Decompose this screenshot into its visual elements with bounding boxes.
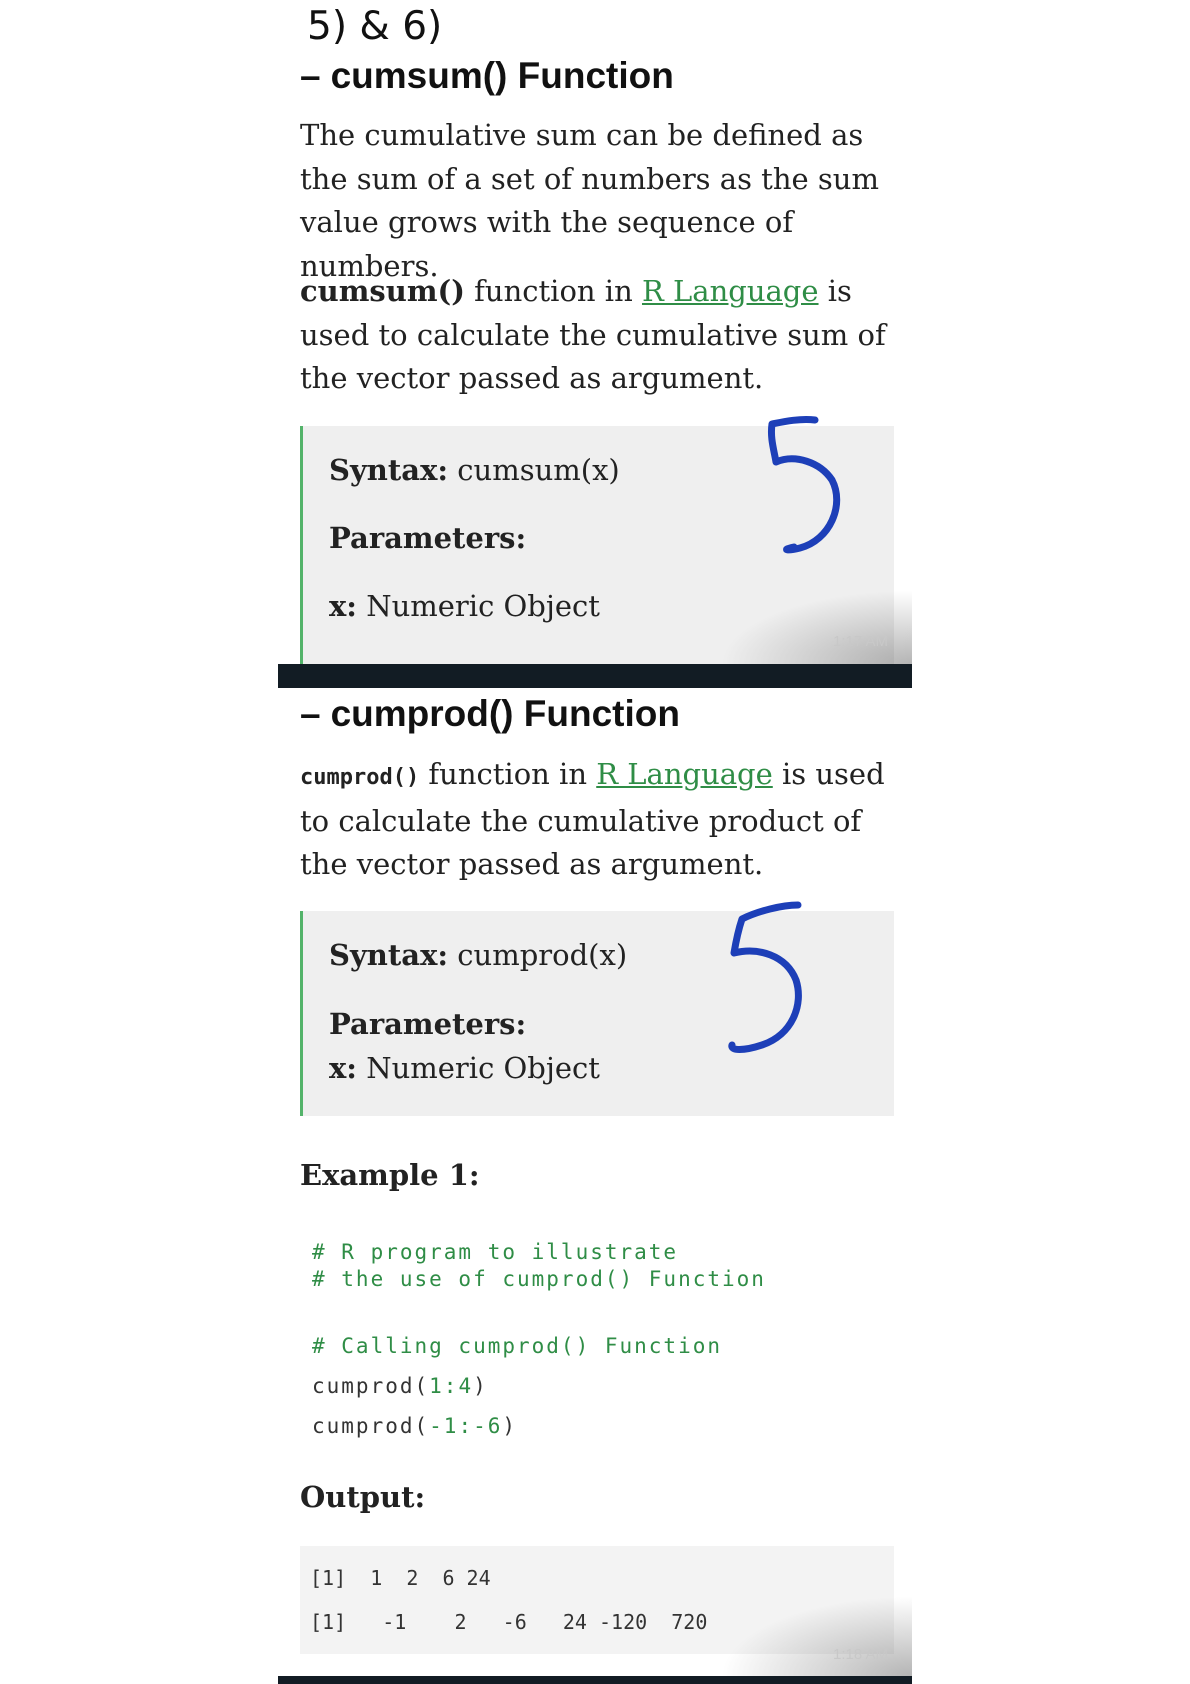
code-line-cumprod-1-4: cumprod(1:4)	[312, 1374, 488, 1398]
param-x-value: Numeric Object	[357, 1051, 600, 1085]
screenshot-divider	[278, 664, 912, 688]
parameters-label: Parameters:	[329, 521, 527, 555]
handwritten-five-mark	[768, 416, 841, 554]
syntax-value: cumprod(x)	[448, 938, 628, 972]
code-fn: cumprod(	[312, 1374, 430, 1398]
photo-shadow	[720, 1596, 912, 1676]
output-line: [1] 1 2 6 24	[310, 1566, 491, 1590]
handwritten-five-mark	[728, 901, 802, 1053]
code-fn: cumprod(	[312, 1414, 430, 1438]
output-line: [1] -1 2 -6 24 -120 720	[310, 1610, 708, 1634]
parameters-label: Parameters:	[329, 1007, 527, 1041]
param-x-value: Numeric Object	[357, 589, 600, 623]
heading-dash: –	[300, 55, 321, 96]
code-arg: 1:4	[429, 1374, 474, 1398]
code-comment: # Calling cumprod() Function	[312, 1334, 723, 1358]
r-language-link[interactable]: R Language	[596, 757, 773, 791]
heading-dash: –	[300, 693, 321, 734]
timestamp: 1:18 AM	[833, 1646, 889, 1663]
code-arg: -1:-6	[429, 1414, 503, 1438]
param-x-label: x:	[329, 1051, 357, 1085]
code-comment: # the use of cumprod() Function	[312, 1267, 766, 1291]
parameters-row: Parameters:	[329, 1007, 526, 1041]
cumsum-heading-text: cumsum() Function	[330, 55, 674, 96]
timestamp: 1:17 AM	[833, 633, 889, 650]
param-x-row: x: Numeric Object	[329, 1051, 600, 1085]
cumprod-description: cumprod() function in R Language is used…	[300, 753, 890, 887]
syntax-row: Syntax: cumsum(x)	[329, 453, 620, 487]
text-span: function in	[464, 274, 642, 308]
syntax-label: Syntax:	[329, 453, 449, 487]
cumsum-definition: The cumulative sum can be defined as the…	[300, 118, 879, 283]
r-language-link[interactable]: R Language	[642, 274, 819, 308]
screenshot-divider	[278, 1676, 912, 1684]
cumsum-func-name: cumsum()	[300, 274, 465, 308]
output-heading: Output:	[300, 1480, 426, 1514]
text-span: function in	[419, 757, 597, 791]
param-x-row: x: Numeric Object	[329, 589, 600, 623]
cumsum-heading: – cumsum() Function	[300, 55, 674, 97]
cumprod-heading: – cumprod() Function	[300, 693, 680, 735]
question-label: 5) & 6)	[307, 4, 443, 49]
syntax-row: Syntax: cumprod(x)	[329, 938, 627, 972]
parameters-row: Parameters:	[329, 521, 526, 555]
syntax-label: Syntax:	[329, 938, 449, 972]
code-fn: )	[473, 1374, 488, 1398]
cumprod-heading-text: cumprod() Function	[330, 693, 680, 734]
param-x-label: x:	[329, 589, 357, 623]
code-line-cumprod-neg: cumprod(-1:-6)	[312, 1414, 517, 1438]
cumsum-description: cumsum() function in R Language is used …	[300, 270, 890, 401]
code-fn: )	[502, 1414, 518, 1438]
cumprod-func-code: cumprod()	[300, 765, 420, 790]
photo-shadow	[720, 590, 912, 664]
syntax-value: cumsum(x)	[448, 453, 620, 487]
code-comment: # R program to illustrate	[312, 1240, 679, 1264]
example-heading: Example 1:	[300, 1158, 480, 1192]
